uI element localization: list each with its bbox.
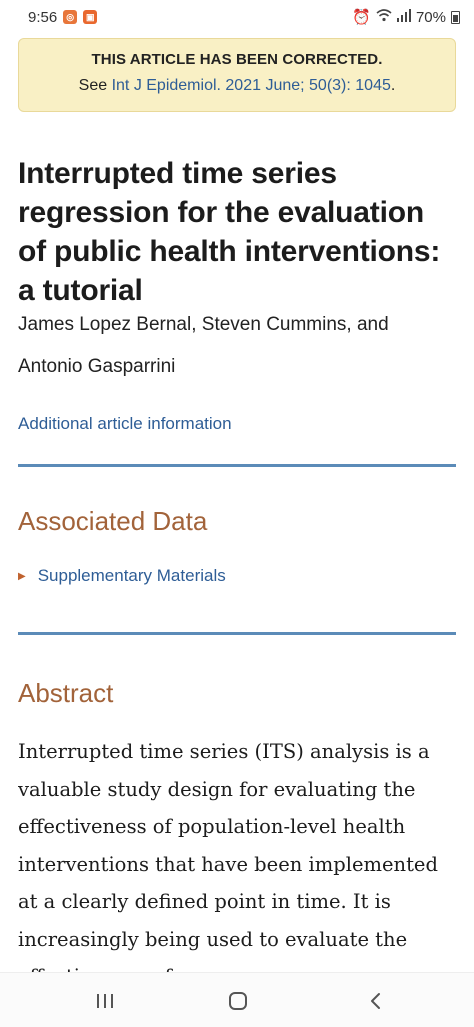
author-list: James Lopez Bernal, Steven Cummins, and …: [18, 304, 458, 388]
battery-icon: [451, 10, 460, 24]
banner-see-prefix: See: [78, 77, 112, 94]
triangle-right-icon: ▶: [18, 570, 26, 582]
wifi-icon: [376, 8, 392, 26]
status-bar: 9:56 ◎ ▣ ⏰ 70%: [0, 0, 474, 34]
correction-banner: THIS ARTICLE HAS BEEN CORRECTED. See Int…: [18, 38, 456, 112]
banner-see-line: See Int J Epidemiol. 2021 June; 50(3): 1…: [19, 77, 455, 95]
navigation-bar: [0, 972, 474, 1027]
section-divider: [18, 632, 456, 635]
abstract-text: Interrupted time series (ITS) analysis i…: [18, 740, 438, 973]
supplementary-materials-label: Supplementary Materials: [37, 566, 226, 585]
banner-title: THIS ARTICLE HAS BEEN CORRECTED.: [91, 51, 383, 68]
home-icon[interactable]: [229, 992, 247, 1010]
abstract-heading: Abstract: [18, 678, 114, 708]
supplementary-materials-toggle[interactable]: ▶ Supplementary Materials: [18, 566, 226, 586]
notification-app-icon: ◎: [63, 10, 78, 24]
correction-link[interactable]: Int J Epidemiol. 2021 June; 50(3): 1045: [112, 77, 391, 94]
authors-line[interactable]: James Lopez Bernal, Steven Cummins, and: [18, 304, 458, 346]
alarm-icon: ⏰: [352, 9, 371, 26]
clock: 9:56: [28, 8, 58, 26]
recents-icon[interactable]: [97, 994, 113, 1008]
section-divider: [18, 464, 456, 467]
battery-percent: 70%: [415, 8, 446, 26]
authors-line[interactable]: Antonio Gasparrini: [18, 346, 458, 388]
status-right: ⏰ 70%: [352, 8, 460, 26]
banner-suffix: .: [390, 77, 396, 94]
status-left: 9:56 ◎ ▣: [28, 8, 98, 26]
article-title: Interrupted time series regression for t…: [18, 157, 441, 307]
additional-article-info-link[interactable]: Additional article information: [18, 414, 232, 434]
notification-app-icon: ▣: [83, 10, 98, 24]
signal-icon: [396, 8, 411, 26]
back-icon[interactable]: [366, 991, 386, 1011]
associated-data-heading: Associated Data: [18, 506, 208, 536]
